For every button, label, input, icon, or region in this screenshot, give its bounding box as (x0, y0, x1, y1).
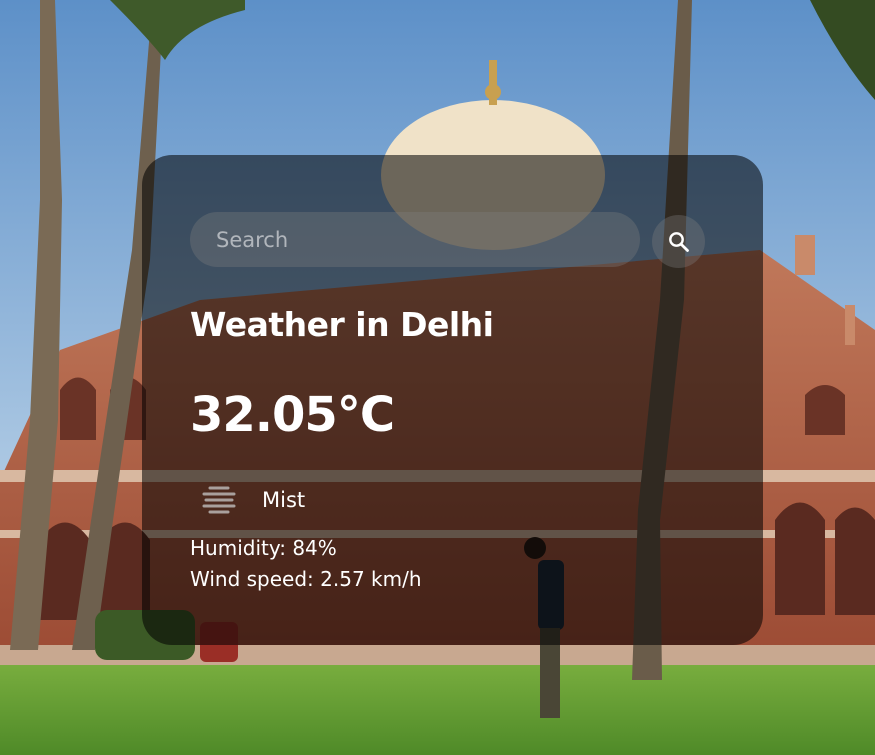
search-icon (668, 231, 689, 252)
city-title: Weather in Delhi (190, 305, 494, 344)
humidity-readout: Humidity: 84% (190, 536, 337, 560)
wind-speed-readout: Wind speed: 2.57 km/h (190, 567, 422, 591)
weather-description: Mist (190, 483, 305, 517)
weather-card: Weather in Delhi 32.05°C Mist Humidity: … (142, 155, 763, 645)
description-label: Mist (262, 488, 306, 512)
search-button[interactable] (652, 215, 705, 268)
mist-icon (202, 486, 236, 514)
search-input[interactable] (190, 212, 640, 267)
temperature-value: 32.05°C (190, 387, 395, 443)
